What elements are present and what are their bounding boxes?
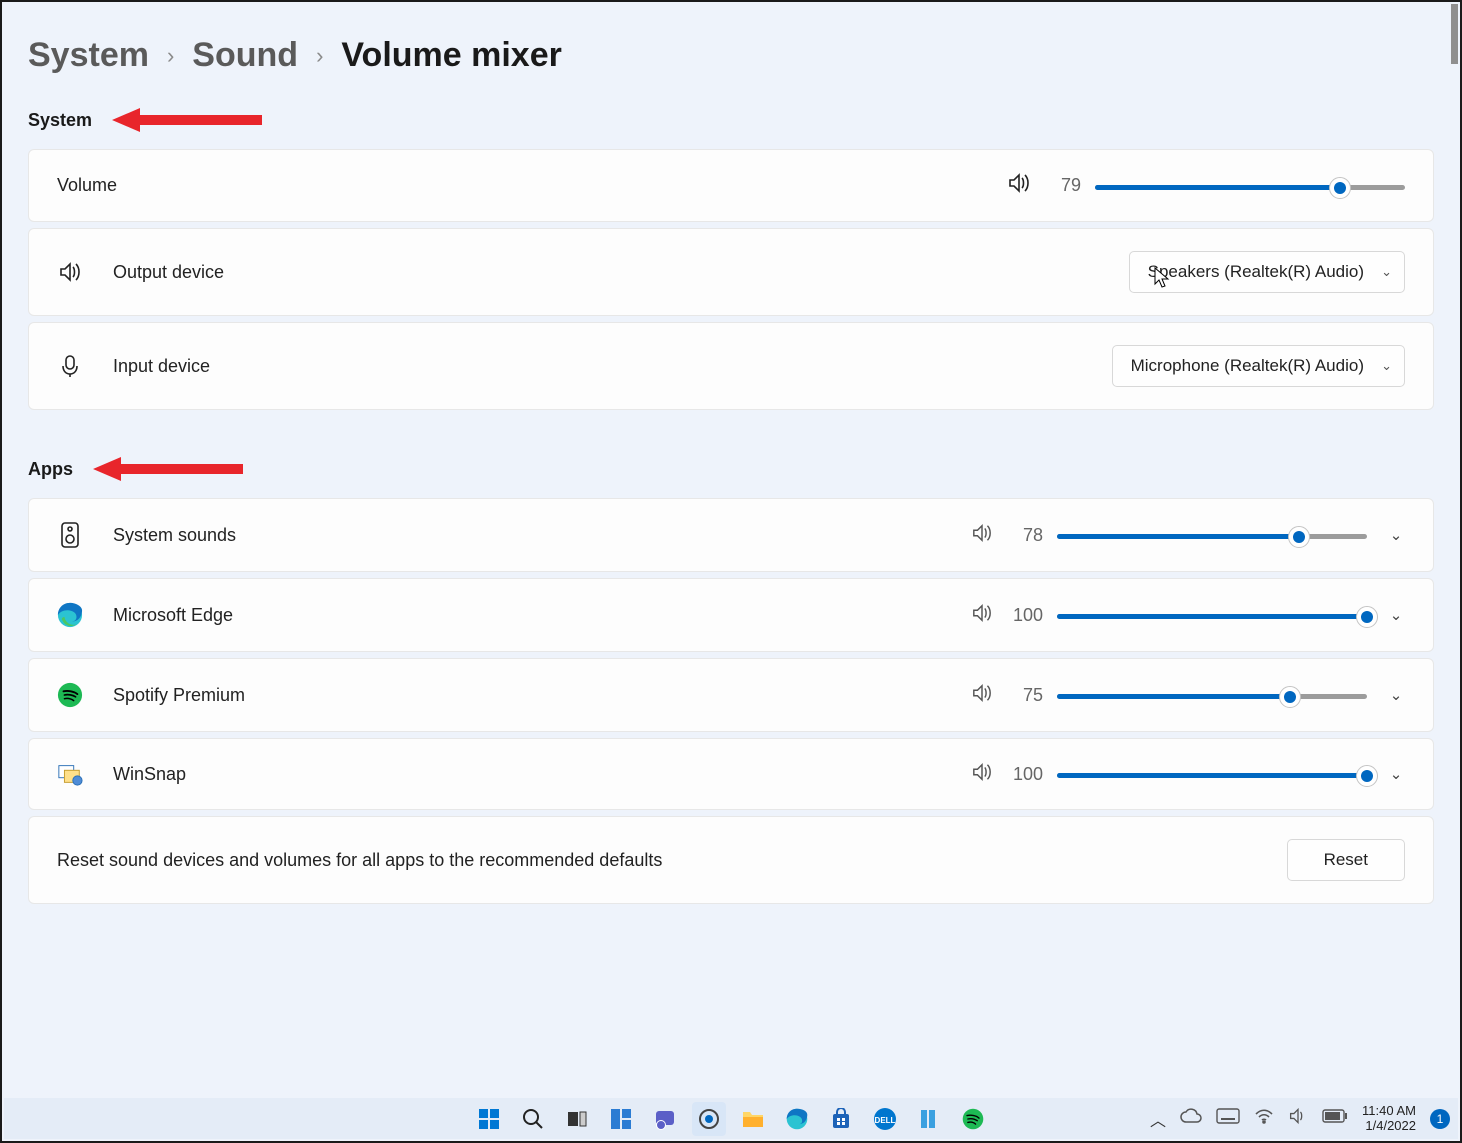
taskbar: DELL ︿ 11:40 AM 1/4/2022 1: [4, 1098, 1458, 1139]
widgets-icon[interactable]: [604, 1102, 638, 1136]
wifi-icon[interactable]: [1254, 1108, 1274, 1129]
app-name: System sounds: [113, 525, 236, 546]
chevron-down-icon[interactable]: ⌄: [1387, 526, 1405, 544]
breadcrumb-sound[interactable]: Sound: [192, 36, 298, 75]
spotify-icon: [57, 681, 83, 709]
app-name: Spotify Premium: [113, 685, 245, 706]
output-device-label: Output device: [113, 262, 224, 283]
notification-badge[interactable]: 1: [1430, 1109, 1450, 1129]
task-view-icon[interactable]: [560, 1102, 594, 1136]
clock-date: 1/4/2022: [1362, 1119, 1416, 1134]
reset-description: Reset sound devices and volumes for all …: [57, 850, 662, 871]
chevron-down-icon[interactable]: ⌄: [1387, 606, 1405, 624]
app-volume-value: 78: [1007, 525, 1043, 546]
app-row-winsnap[interactable]: WinSnap 100 ⌄: [28, 738, 1434, 810]
input-device-label: Input device: [113, 356, 210, 377]
settings-icon[interactable]: [692, 1102, 726, 1136]
svg-text:DELL: DELL: [875, 1116, 896, 1125]
volume-tray-icon[interactable]: [1288, 1107, 1308, 1130]
settings-content: System › Sound › Volume mixer System Vol…: [2, 2, 1460, 1104]
app-name: Microsoft Edge: [113, 605, 233, 626]
chevron-down-icon: ⌄: [1381, 358, 1392, 374]
microphone-icon: [57, 354, 83, 378]
app-volume-value: 75: [1007, 685, 1043, 706]
chevron-down-icon[interactable]: ⌄: [1387, 686, 1405, 704]
start-button[interactable]: [472, 1102, 506, 1136]
volume-row: Volume 79: [28, 149, 1434, 222]
input-device-row: Input device Microphone (Realtek(R) Audi…: [28, 322, 1434, 410]
app-row-system-sounds[interactable]: System sounds 78 ⌄: [28, 498, 1434, 572]
clock[interactable]: 11:40 AM 1/4/2022: [1362, 1104, 1416, 1134]
volume-slider[interactable]: [1095, 181, 1405, 191]
speaker-icon[interactable]: [971, 603, 993, 628]
edge-taskbar-icon[interactable]: [780, 1102, 814, 1136]
keyboard-icon[interactable]: [1216, 1108, 1240, 1129]
breadcrumb-system[interactable]: System: [28, 36, 149, 75]
spotify-taskbar-icon[interactable]: [956, 1102, 990, 1136]
speaker-icon[interactable]: [971, 762, 993, 787]
scrollbar[interactable]: [1451, 4, 1458, 64]
app-volume-slider[interactable]: [1057, 769, 1367, 779]
reset-row: Reset sound devices and volumes for all …: [28, 816, 1434, 904]
input-device-selected: Microphone (Realtek(R) Audio): [1131, 356, 1364, 375]
breadcrumb-volume-mixer: Volume mixer: [341, 36, 561, 75]
battery-icon[interactable]: [1322, 1109, 1348, 1128]
output-device-row: Output device Speakers (Realtek(R) Audio…: [28, 228, 1434, 316]
chat-icon[interactable]: [648, 1102, 682, 1136]
input-device-dropdown[interactable]: Microphone (Realtek(R) Audio) ⌄: [1112, 345, 1405, 387]
app-row-spotify[interactable]: Spotify Premium 75 ⌄: [28, 658, 1434, 732]
section-header-apps: Apps: [28, 454, 1434, 484]
breadcrumb: System › Sound › Volume mixer: [28, 36, 1434, 75]
speaker-icon[interactable]: [971, 683, 993, 708]
chevron-down-icon: ⌄: [1381, 264, 1392, 280]
chevron-right-icon: ›: [167, 43, 174, 69]
section-header-system: System: [28, 105, 1434, 135]
search-icon[interactable]: [516, 1102, 550, 1136]
app-volume-value: 100: [1007, 605, 1043, 626]
winsnap-icon: [57, 761, 83, 787]
explorer-icon[interactable]: [736, 1102, 770, 1136]
output-device-dropdown[interactable]: Speakers (Realtek(R) Audio) ⌄: [1129, 251, 1405, 293]
speaker-icon[interactable]: [971, 523, 993, 548]
app-volume-slider[interactable]: [1057, 610, 1367, 620]
speaker-icon[interactable]: [1007, 172, 1031, 199]
app-row-edge[interactable]: Microsoft Edge 100 ⌄: [28, 578, 1434, 652]
annotation-arrow-icon: [112, 105, 272, 135]
dell-icon[interactable]: DELL: [868, 1102, 902, 1136]
app-volume-slider[interactable]: [1057, 690, 1367, 700]
app-name: WinSnap: [113, 764, 186, 785]
tray-chevron-icon[interactable]: ︿: [1150, 1107, 1166, 1131]
volume-value: 79: [1045, 175, 1081, 196]
volume-label: Volume: [57, 175, 117, 196]
speaker-icon: [57, 261, 83, 283]
chevron-right-icon: ›: [316, 43, 323, 69]
apps-section-label: Apps: [28, 459, 73, 480]
store-icon[interactable]: [824, 1102, 858, 1136]
reset-button[interactable]: Reset: [1287, 839, 1405, 881]
output-device-selected: Speakers (Realtek(R) Audio): [1148, 262, 1364, 281]
app-volume-value: 100: [1007, 764, 1043, 785]
app-icon[interactable]: [912, 1102, 946, 1136]
app-volume-slider[interactable]: [1057, 530, 1367, 540]
clock-time: 11:40 AM: [1362, 1104, 1416, 1119]
system-sounds-icon: [57, 521, 83, 549]
chevron-down-icon[interactable]: ⌄: [1387, 765, 1405, 783]
onedrive-icon[interactable]: [1180, 1108, 1202, 1129]
annotation-arrow-icon: [93, 454, 253, 484]
edge-icon: [57, 601, 83, 629]
system-section-label: System: [28, 110, 92, 131]
